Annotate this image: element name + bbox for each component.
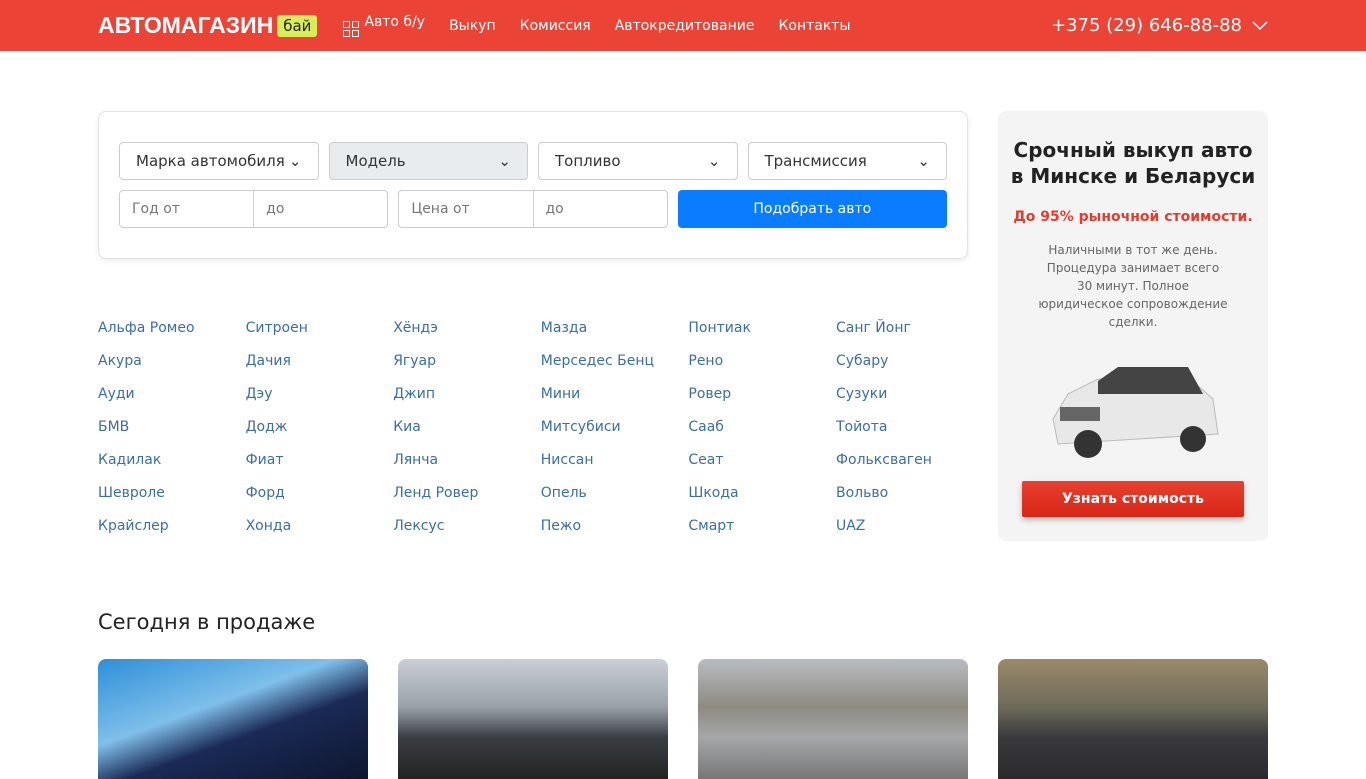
car-card-image[interactable] (398, 659, 668, 779)
brand-link[interactable]: Шевроле (98, 485, 246, 518)
brand-link[interactable]: Вольво (836, 485, 984, 518)
car-cards (98, 659, 1268, 779)
buyout-promo: Срочный выкуп авто в Минске и Беларуси До… (998, 111, 1268, 541)
promo-title-line2: в Минске и Беларуси (1010, 164, 1256, 188)
price-from-input[interactable]: Цена от (398, 190, 534, 228)
brand-link[interactable]: Киа (393, 419, 541, 452)
brand-links: Альфа Ромео Акура Ауди БМВ Кадилак Шевроле Кра… (98, 320, 988, 551)
nav-credit[interactable]: Автокредитование (615, 18, 755, 34)
brand-link[interactable]: Крайслер (98, 518, 246, 551)
nav-commission[interactable]: Комиссия (520, 18, 591, 34)
brand-link[interactable]: Кадилак (98, 452, 246, 485)
car-card-image[interactable] (698, 659, 968, 779)
brand-link[interactable]: Альфа Ромео (98, 320, 246, 353)
brand-link[interactable]: Хонда (246, 518, 394, 551)
brand-link[interactable]: Дэу (246, 386, 394, 419)
select-label: Модель (345, 152, 406, 170)
brand-link[interactable]: Мазда (541, 320, 689, 353)
brand-link[interactable]: Ниссан (541, 452, 689, 485)
price-to-input[interactable]: до (533, 190, 668, 228)
brand-link[interactable]: Ягуар (393, 353, 541, 386)
brand-link[interactable]: Опель (541, 485, 689, 518)
brand-link[interactable]: Рено (688, 353, 836, 386)
brand-link[interactable]: Смарт (688, 518, 836, 551)
search-button[interactable]: Подобрать авто (677, 190, 947, 228)
brand-link[interactable]: Форд (246, 485, 394, 518)
brand-link[interactable]: Лексус (393, 518, 541, 551)
brand-link[interactable]: UAZ (836, 518, 984, 551)
brand-link[interactable]: Шкода (688, 485, 836, 518)
nav-buyout[interactable]: Выкуп (449, 18, 496, 34)
brand-link[interactable]: Пежо (541, 518, 689, 551)
main-nav: Авто б/у Выкуп Комиссия Автокредитование… (343, 14, 851, 37)
grid-icon (343, 21, 360, 37)
header: АВТОМАГАЗИН бай Авто б/у Выкуп Комиссия … (0, 0, 1366, 51)
brand-link[interactable]: Митсубиси (541, 419, 689, 452)
fuel-select[interactable]: Топливо ⌄ (538, 142, 738, 180)
brand-link[interactable]: Мерседес Бенц (541, 353, 689, 386)
brand-link[interactable]: Тойота (836, 419, 984, 452)
chevron-down-icon (1252, 20, 1268, 30)
brand-link[interactable]: Санг Йонг (836, 320, 984, 353)
brand-link[interactable]: Сузуки (836, 386, 984, 419)
brand-select[interactable]: Марка автомобиля ⌄ (119, 142, 319, 180)
get-price-button[interactable]: Узнать стоимость (1022, 481, 1244, 517)
brand-link[interactable]: Субару (836, 353, 984, 386)
year-from-input[interactable]: Год от (119, 190, 255, 228)
brand-link[interactable]: Мини (541, 386, 689, 419)
model-select[interactable]: Модель ⌄ (328, 142, 528, 180)
nav-contacts[interactable]: Контакты (778, 18, 850, 34)
select-label: Трансмиссия (764, 152, 867, 170)
car-card-image[interactable] (98, 659, 368, 779)
brand-link[interactable]: Акура (98, 353, 246, 386)
car-card-image[interactable] (998, 659, 1268, 779)
chevron-down-icon: ⌄ (707, 152, 721, 170)
brand-link[interactable]: Хёндэ (393, 320, 541, 353)
brand-link[interactable]: Ровер (688, 386, 836, 419)
brand-link[interactable]: Додж (246, 419, 394, 452)
brand-link[interactable]: БМВ (98, 419, 246, 452)
chevron-down-icon: ⌄ (917, 152, 930, 170)
brand-link[interactable]: Сеат (688, 452, 836, 485)
transmission-select[interactable]: Трансмиссия ⌄ (747, 142, 947, 180)
year-to-input[interactable]: до (254, 190, 389, 228)
brand-link[interactable]: Фиат (246, 452, 394, 485)
logo-badge: бай (277, 14, 318, 37)
brand-link[interactable]: Понтиак (688, 320, 836, 353)
select-label: Марка автомобиля (136, 152, 285, 170)
search-filter: Марка автомобиля ⌄ Модель ⌄ Топливо ⌄ Транс… (98, 111, 968, 259)
brand-link[interactable]: Ситроен (246, 320, 394, 353)
select-label: Топливо (555, 152, 621, 170)
nav-label: Авто б/у (364, 14, 426, 30)
nav-used-cars[interactable]: Авто б/у (343, 14, 425, 37)
brand-link[interactable]: Лянча (393, 452, 541, 485)
promo-highlight: До 95% рыночной стоимости. (1013, 209, 1253, 225)
brand-link[interactable]: Ленд Ровер (393, 485, 541, 518)
section-title: Сегодня в продаже (98, 610, 316, 634)
brand-link[interactable]: Дачия (246, 353, 394, 386)
promo-text: Наличными в тот же день. Процедура заним… (1038, 243, 1228, 329)
chevron-down-icon: ⌄ (498, 152, 511, 170)
brand-link[interactable]: Сааб (688, 419, 836, 452)
brand-link[interactable]: Фольксваген (836, 452, 984, 485)
promo-title-line1: Срочный выкуп авто (1013, 138, 1253, 162)
car-image (1052, 367, 1219, 458)
brand-link[interactable]: Джип (393, 386, 541, 419)
brand-link[interactable]: Ауди (98, 386, 246, 419)
chevron-down-icon: ⌄ (288, 152, 302, 170)
phone-dropdown[interactable]: +375 (29) 646-88-88 (1051, 15, 1268, 36)
phone-number: +375 (29) 646-88-88 (1051, 15, 1242, 36)
logo[interactable]: АВТОМАГАЗИН (98, 12, 273, 39)
